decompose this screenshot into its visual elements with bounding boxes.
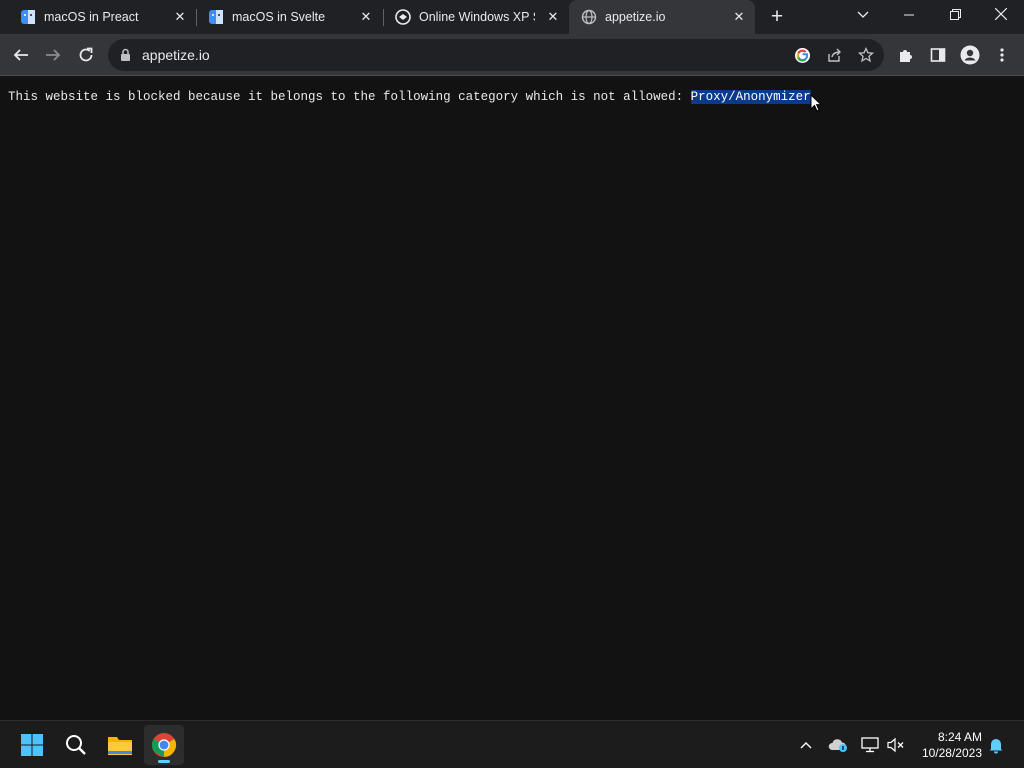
tab-close-icon[interactable]: ✕ <box>358 9 374 25</box>
google-lens-button[interactable] <box>792 45 812 65</box>
onedrive-icon <box>828 739 847 752</box>
restore-button[interactable] <box>932 0 978 30</box>
xp-sim-icon <box>395 9 411 25</box>
bookmark-button[interactable] <box>856 45 876 65</box>
side-panel-button[interactable] <box>925 42 951 68</box>
profile-icon <box>960 45 980 65</box>
blocked-message: This website is blocked because it belon… <box>8 90 811 104</box>
new-tab-button[interactable]: + <box>766 6 788 29</box>
network-icon <box>861 737 879 753</box>
tab-search-button[interactable] <box>840 0 886 30</box>
blocked-category: Proxy/Anonymizer <box>690 90 811 104</box>
clock-date: 10/28/2023 <box>921 746 982 760</box>
volume-tray-button[interactable] <box>886 735 906 755</box>
tab-title: macOS in Preact <box>44 10 139 24</box>
forward-button[interactable] <box>40 42 66 68</box>
tab-strip: macOS in Preact ✕ macOS in Svelte ✕ Onli… <box>0 0 1024 34</box>
finder-icon <box>209 10 223 24</box>
volume-muted-icon <box>887 737 904 753</box>
mouse-cursor-icon <box>810 94 822 112</box>
globe-icon <box>581 9 597 25</box>
puzzle-icon <box>900 50 912 62</box>
extensions-button[interactable] <box>893 42 919 68</box>
google-icon <box>794 47 810 63</box>
restore-icon <box>949 9 961 20</box>
side-panel-icon <box>930 48 946 62</box>
start-button[interactable] <box>12 725 52 765</box>
close-icon <box>994 7 1008 21</box>
search-icon <box>66 735 86 755</box>
search-button[interactable] <box>56 725 96 765</box>
browser-toolbar: appetize.io <box>0 34 1024 76</box>
tab-macos-svelte[interactable]: macOS in Svelte ✕ <box>196 0 382 34</box>
share-button[interactable] <box>824 45 844 65</box>
back-button[interactable] <box>8 42 34 68</box>
profile-button[interactable] <box>957 42 983 68</box>
star-icon <box>858 47 874 63</box>
minimize-icon <box>904 14 914 16</box>
tab-windows-xp-sim[interactable]: Online Windows XP Si ✕ <box>383 0 569 34</box>
page-content: This website is blocked because it belon… <box>0 77 1024 720</box>
chrome-taskbar-button[interactable] <box>144 725 184 765</box>
start-icon <box>21 734 43 756</box>
chevron-up-icon <box>800 742 812 749</box>
file-explorer-button[interactable] <box>100 725 140 765</box>
network-tray-button[interactable] <box>860 735 880 755</box>
lock-icon <box>121 48 130 61</box>
clock-time: 8:24 AM <box>937 730 982 744</box>
arrow-left-icon <box>13 49 28 61</box>
chrome-icon <box>151 733 177 757</box>
share-icon <box>828 48 841 62</box>
reload-button[interactable] <box>73 42 99 68</box>
notifications-button[interactable] <box>986 735 1006 755</box>
file-explorer-icon <box>108 737 132 755</box>
tab-macos-preact[interactable]: macOS in Preact ✕ <box>8 0 194 34</box>
close-window-button[interactable] <box>978 0 1024 30</box>
tab-title: Online Windows XP Si <box>419 10 535 24</box>
system-clock[interactable]: 8:24 AM 10/28/2023 <box>912 729 982 761</box>
show-hidden-icons-button[interactable] <box>796 735 816 755</box>
onedrive-tray-button[interactable] <box>828 735 848 755</box>
tab-appetize[interactable]: appetize.io ✕ <box>569 0 755 34</box>
tab-title: macOS in Svelte <box>232 10 326 24</box>
finder-icon <box>21 10 35 24</box>
tab-close-icon[interactable]: ✕ <box>172 9 188 25</box>
reload-icon <box>79 47 93 62</box>
chrome-menu-button[interactable] <box>989 42 1015 68</box>
tab-close-icon[interactable]: ✕ <box>731 9 747 25</box>
blocked-message-text: This website is blocked because it belon… <box>8 90 691 104</box>
taskbar: 8:24 AM 10/28/2023 <box>0 720 1024 768</box>
tab-title: appetize.io <box>605 10 666 24</box>
chevron-down-icon <box>857 11 869 18</box>
minimize-button[interactable] <box>886 0 932 30</box>
arrow-right-icon <box>46 49 61 61</box>
tab-close-icon[interactable]: ✕ <box>545 9 561 25</box>
more-vertical-icon <box>1000 48 1004 62</box>
bell-icon <box>989 738 1003 753</box>
active-app-indicator <box>158 760 170 763</box>
url-text: appetize.io <box>142 47 210 63</box>
address-bar[interactable]: appetize.io <box>108 39 884 71</box>
